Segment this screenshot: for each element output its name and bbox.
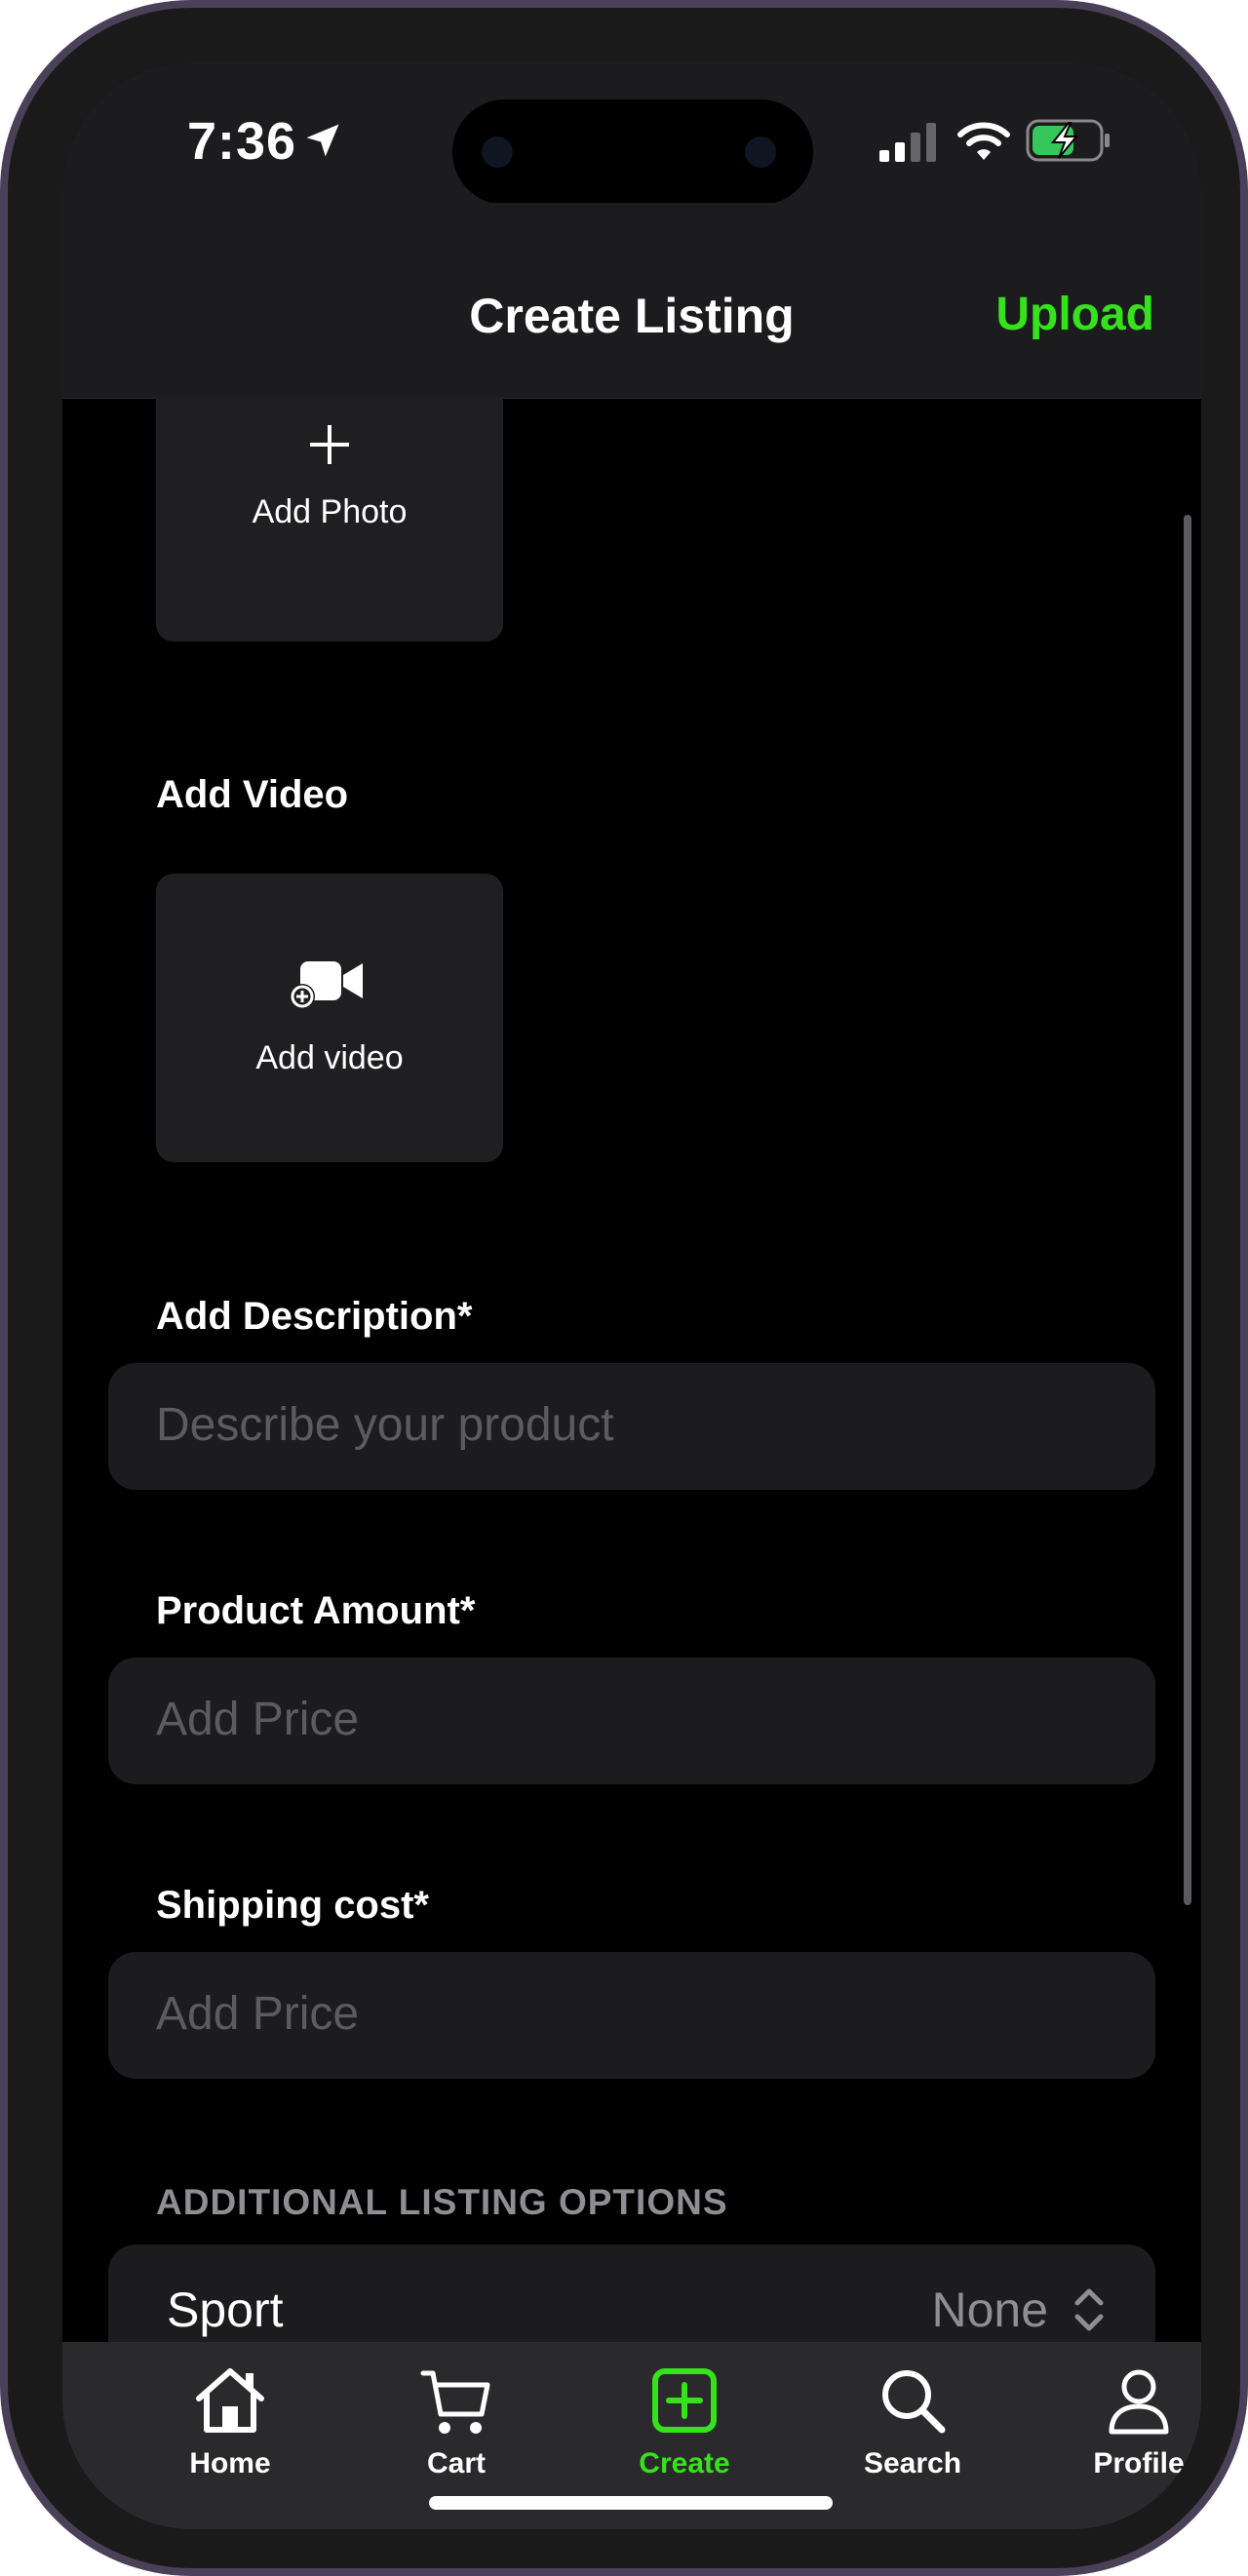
tab-create-label: Create — [639, 2447, 730, 2479]
add-photo-label: Add Photo — [252, 493, 408, 530]
device-frame: 7:36 Create Listing Upload Add Photo Add… — [0, 0, 1248, 2576]
description-placeholder: Describe your product — [156, 1399, 614, 1451]
tab-profile-label: Profile — [1093, 2447, 1185, 2479]
device-bezel: 7:36 Create Listing Upload Add Photo Add… — [8, 8, 1240, 2568]
product-amount-input[interactable]: Add Price — [108, 1658, 1155, 1784]
sport-value[interactable]: None — [931, 2282, 1048, 2338]
battery-charging-icon — [1026, 119, 1110, 162]
tab-search-label: Search — [863, 2447, 962, 2479]
phone-screen: 7:36 Create Listing Upload Add Photo Add… — [62, 62, 1201, 2529]
listing-form[interactable]: Add Photo Add Video Add video Add Descri… — [62, 398, 1201, 2342]
sensor-icon — [745, 137, 776, 168]
shipping-cost-input[interactable]: Add Price — [108, 1952, 1155, 2079]
navigation-bar: Create Listing Upload — [62, 203, 1201, 399]
shipping-cost-heading: Shipping cost* — [156, 1884, 429, 1927]
additional-options-header: ADDITIONAL LISTING OPTIONS — [156, 2182, 728, 2222]
tab-create[interactable]: Create — [611, 2361, 758, 2480]
add-photo-button[interactable]: Add Photo — [156, 398, 503, 642]
home-icon — [196, 2368, 264, 2433]
status-bar: 7:36 — [62, 62, 1201, 205]
dynamic-island — [452, 99, 813, 205]
cart-icon — [420, 2370, 490, 2434]
upload-button[interactable]: Upload — [995, 288, 1154, 341]
location-arrow-icon — [306, 124, 339, 157]
add-video-label: Add video — [255, 1039, 404, 1076]
tab-home[interactable]: Home — [157, 2361, 303, 2480]
sport-label: Sport — [167, 2283, 284, 2337]
product-amount-heading: Product Amount* — [156, 1589, 476, 1632]
product-amount-placeholder: Add Price — [156, 1694, 360, 1745]
tab-profile[interactable]: Profile — [1066, 2361, 1201, 2480]
sport-picker-row[interactable]: Sport None — [108, 2244, 1155, 2342]
tab-cart-label: Cart — [426, 2447, 486, 2479]
home-indicator[interactable] — [429, 2496, 833, 2510]
tab-search[interactable]: Search — [839, 2361, 986, 2480]
scrollbar[interactable] — [1184, 515, 1191, 1905]
description-input[interactable]: Describe your product — [108, 1363, 1155, 1490]
status-time: 7:36 — [187, 112, 297, 171]
cellular-signal-icon — [879, 123, 936, 162]
person-icon — [1109, 2369, 1169, 2435]
video-camera-plus-icon — [290, 961, 363, 1009]
search-icon — [882, 2370, 946, 2434]
create-plus-square-icon — [652, 2368, 717, 2433]
wifi-icon — [957, 122, 1010, 160]
tab-home-label: Home — [189, 2447, 271, 2479]
add-video-button[interactable]: Add video — [156, 874, 503, 1162]
description-heading: Add Description* — [156, 1295, 473, 1338]
shipping-cost-placeholder: Add Price — [156, 1988, 360, 2040]
add-video-heading: Add Video — [156, 773, 349, 816]
camera-lens-icon — [482, 137, 513, 168]
chevron-up-down-icon — [1074, 2288, 1104, 2331]
tab-cart[interactable]: Cart — [383, 2361, 529, 2480]
